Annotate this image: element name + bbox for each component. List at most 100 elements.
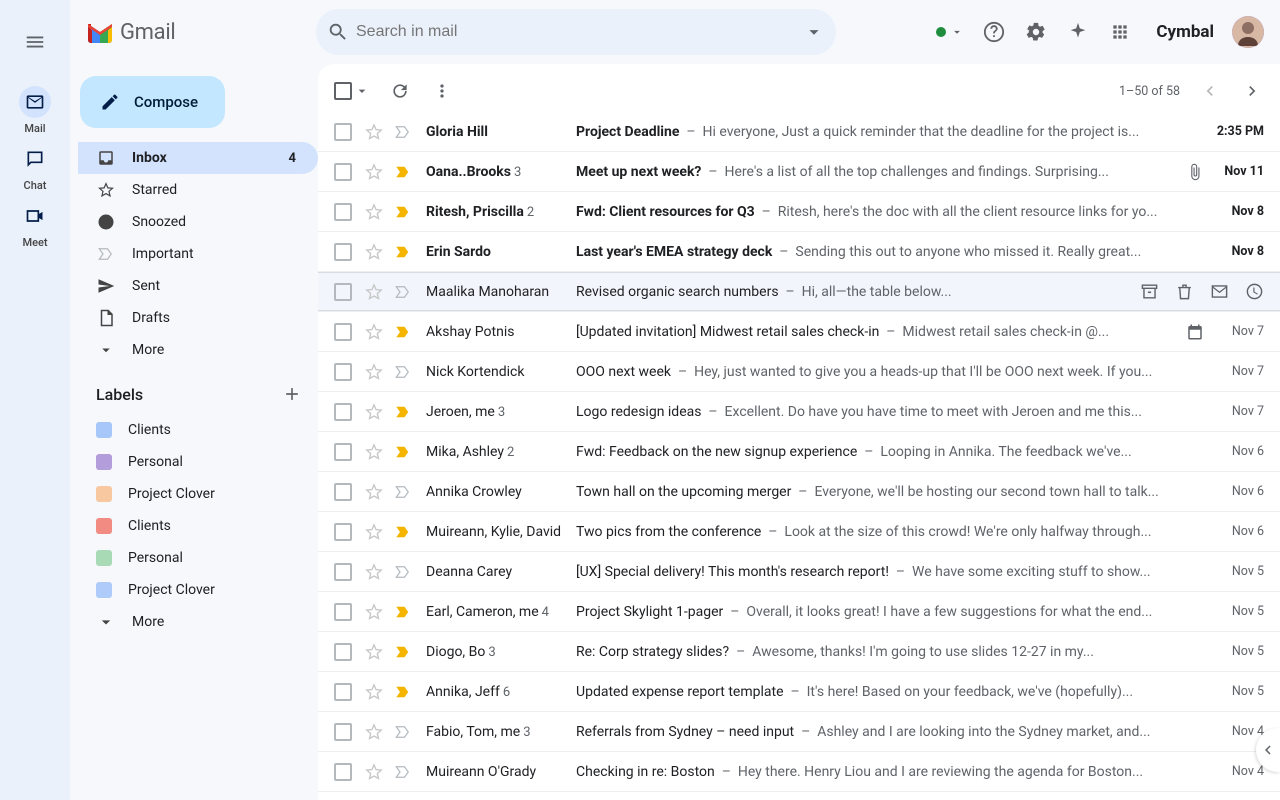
rail-item-chat[interactable]: Chat bbox=[19, 139, 51, 196]
star-button[interactable] bbox=[364, 762, 384, 782]
row-checkbox[interactable] bbox=[334, 123, 352, 141]
row-checkbox[interactable] bbox=[334, 683, 352, 701]
gemini-button[interactable] bbox=[1066, 20, 1090, 44]
row-checkbox[interactable] bbox=[334, 243, 352, 261]
row-checkbox[interactable] bbox=[334, 203, 352, 221]
importance-marker[interactable] bbox=[394, 403, 412, 421]
importance-marker[interactable] bbox=[394, 563, 412, 581]
snooze-button[interactable] bbox=[1245, 282, 1264, 301]
email-row[interactable]: Fabio, Tom, me3 Referrals from Sydney – … bbox=[318, 712, 1280, 752]
importance-marker[interactable] bbox=[394, 363, 412, 381]
email-row[interactable]: Nick Kortendick OOO next week – Hey, jus… bbox=[318, 352, 1280, 392]
label-project-clover[interactable]: Project Clover bbox=[78, 574, 318, 606]
star-button[interactable] bbox=[364, 402, 384, 422]
nav-starred[interactable]: Starred bbox=[78, 174, 318, 206]
delete-button[interactable] bbox=[1175, 282, 1194, 301]
label-personal[interactable]: Personal bbox=[78, 542, 318, 574]
importance-marker[interactable] bbox=[394, 283, 412, 301]
star-button[interactable] bbox=[364, 282, 384, 302]
help-button[interactable] bbox=[982, 20, 1006, 44]
email-row[interactable]: Oana..Brooks3 Meet up next week? – Here'… bbox=[318, 152, 1280, 192]
refresh-button[interactable] bbox=[388, 79, 412, 103]
nav-sent[interactable]: Sent bbox=[78, 270, 318, 302]
star-button[interactable] bbox=[364, 322, 384, 342]
star-button[interactable] bbox=[364, 202, 384, 222]
star-button[interactable] bbox=[364, 162, 384, 182]
star-button[interactable] bbox=[364, 602, 384, 622]
star-button[interactable] bbox=[364, 682, 384, 702]
importance-marker[interactable] bbox=[394, 163, 412, 181]
importance-marker[interactable] bbox=[394, 123, 412, 141]
more-actions-button[interactable] bbox=[430, 79, 454, 103]
email-row[interactable]: Ritesh, Priscilla2 Fwd: Client resources… bbox=[318, 192, 1280, 232]
label-project-clover[interactable]: Project Clover bbox=[78, 478, 318, 510]
email-row[interactable]: Gloria Hill Project Deadline – Hi everyo… bbox=[318, 112, 1280, 152]
star-button[interactable] bbox=[364, 362, 384, 382]
row-checkbox[interactable] bbox=[334, 163, 352, 181]
row-checkbox[interactable] bbox=[334, 523, 352, 541]
search-input[interactable] bbox=[350, 23, 802, 41]
email-row[interactable]: Muireann, Kylie, David Two pics from the… bbox=[318, 512, 1280, 552]
row-checkbox[interactable] bbox=[334, 403, 352, 421]
settings-button[interactable] bbox=[1024, 20, 1048, 44]
row-checkbox[interactable] bbox=[334, 763, 352, 781]
search-options-icon[interactable] bbox=[802, 20, 826, 44]
logo[interactable]: Gmail bbox=[78, 20, 308, 45]
search-icon[interactable] bbox=[326, 20, 350, 44]
account-avatar[interactable] bbox=[1232, 16, 1264, 48]
email-row[interactable]: Maalika Manoharan Revised organic search… bbox=[318, 272, 1280, 312]
row-checkbox[interactable] bbox=[334, 563, 352, 581]
email-row[interactable]: Earl, Cameron, me4 Project Skylight 1-pa… bbox=[318, 592, 1280, 632]
status-indicator[interactable] bbox=[936, 25, 964, 39]
email-row[interactable]: Annika Crowley Town hall on the upcoming… bbox=[318, 472, 1280, 512]
nav-more[interactable]: More bbox=[78, 334, 318, 366]
archive-button[interactable] bbox=[1140, 282, 1159, 301]
importance-marker[interactable] bbox=[394, 243, 412, 261]
row-checkbox[interactable] bbox=[334, 363, 352, 381]
select-all-checkbox[interactable] bbox=[334, 82, 352, 100]
email-row[interactable]: Annika, Jeff6 Updated expense report tem… bbox=[318, 672, 1280, 712]
star-button[interactable] bbox=[364, 562, 384, 582]
nav-important[interactable]: Important bbox=[78, 238, 318, 270]
importance-marker[interactable] bbox=[394, 323, 412, 341]
importance-marker[interactable] bbox=[394, 443, 412, 461]
label-clients[interactable]: Clients bbox=[78, 414, 318, 446]
email-row[interactable]: Erin Sardo Last year's EMEA strategy dec… bbox=[318, 232, 1280, 272]
importance-marker[interactable] bbox=[394, 603, 412, 621]
row-checkbox[interactable] bbox=[334, 323, 352, 341]
compose-button[interactable]: Compose bbox=[80, 76, 225, 128]
apps-button[interactable] bbox=[1108, 20, 1132, 44]
nav-drafts[interactable]: Drafts bbox=[78, 302, 318, 334]
star-button[interactable] bbox=[364, 482, 384, 502]
prev-page-button[interactable] bbox=[1198, 79, 1222, 103]
star-button[interactable] bbox=[364, 522, 384, 542]
row-checkbox[interactable] bbox=[334, 643, 352, 661]
importance-marker[interactable] bbox=[394, 763, 412, 781]
row-checkbox[interactable] bbox=[334, 603, 352, 621]
importance-marker[interactable] bbox=[394, 483, 412, 501]
importance-marker[interactable] bbox=[394, 723, 412, 741]
email-row[interactable]: Jeroen, me3 Logo redesign ideas – Excell… bbox=[318, 392, 1280, 432]
importance-marker[interactable] bbox=[394, 683, 412, 701]
star-button[interactable] bbox=[364, 642, 384, 662]
star-button[interactable] bbox=[364, 722, 384, 742]
nav-snoozed[interactable]: Snoozed bbox=[78, 206, 318, 238]
importance-marker[interactable] bbox=[394, 203, 412, 221]
nav-inbox[interactable]: Inbox4 bbox=[78, 142, 318, 174]
label-clients[interactable]: Clients bbox=[78, 510, 318, 542]
importance-marker[interactable] bbox=[394, 643, 412, 661]
label-personal[interactable]: Personal bbox=[78, 446, 318, 478]
star-button[interactable] bbox=[364, 122, 384, 142]
row-checkbox[interactable] bbox=[334, 483, 352, 501]
row-checkbox[interactable] bbox=[334, 283, 352, 301]
rail-item-meet[interactable]: Meet bbox=[19, 196, 51, 253]
email-row[interactable]: Diogo, Bo3 Re: Corp strategy slides? – A… bbox=[318, 632, 1280, 672]
labels-more[interactable]: More bbox=[78, 606, 318, 638]
main-menu-button[interactable] bbox=[13, 20, 57, 64]
star-button[interactable] bbox=[364, 242, 384, 262]
row-checkbox[interactable] bbox=[334, 723, 352, 741]
add-label-button[interactable] bbox=[282, 384, 302, 404]
star-button[interactable] bbox=[364, 442, 384, 462]
select-dropdown-icon[interactable] bbox=[354, 83, 370, 99]
importance-marker[interactable] bbox=[394, 523, 412, 541]
